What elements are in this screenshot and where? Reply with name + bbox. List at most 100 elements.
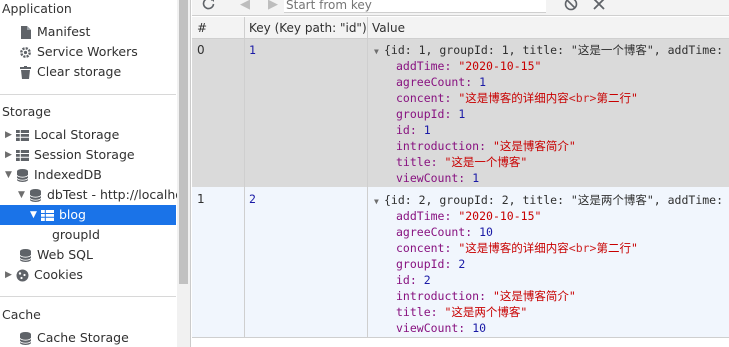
property-concent: concent: "这是博客的详细内容<br>第二行" — [374, 90, 729, 106]
previous-page-button[interactable]: ◀ — [240, 0, 250, 13]
property-value: "这是博客的详细内容 — [458, 241, 569, 255]
property-name: title: — [396, 305, 438, 319]
property-title: title: "这是一个博客" — [374, 154, 729, 170]
row-value: ▼ {id: 2, groupId: 2, title: "这是两个博客", ad… — [367, 192, 729, 336]
property-value: 第二行" — [596, 91, 638, 105]
chevron-right-icon[interactable]: ▶ — [5, 265, 15, 285]
sidebar-item-label: Manifest — [37, 24, 91, 39]
database-icon — [18, 248, 32, 262]
property-value: 2 — [458, 257, 466, 271]
property-name: introduction: — [396, 139, 487, 153]
sidebar-item-cookies[interactable]: ▶ Cookies — [5, 265, 83, 285]
property-name: addTime: — [396, 59, 452, 73]
clear-object-store-button[interactable] — [564, 0, 578, 16]
value-summary-line[interactable]: ▼ {id: 1, groupId: 1, title: "这是一个博客", ad… — [374, 42, 729, 58]
section-title-storage: Storage — [2, 104, 51, 119]
table-row[interactable]: 0 1 ▼ {id: 1, groupId: 1, title: "这是一个博客"… — [192, 39, 729, 187]
sidebar-item-db-dbtest[interactable]: ▼ dbTest - http://localhost — [18, 185, 191, 205]
chevron-right-icon[interactable]: ▶ — [5, 125, 15, 145]
expand-triangle-icon[interactable]: ▼ — [374, 194, 384, 210]
chevron-down-icon[interactable]: ▼ — [5, 165, 15, 185]
sidebar-item-local-storage[interactable]: ▶ Local Storage — [5, 125, 119, 145]
row-index: 1 — [197, 192, 205, 206]
value-summary: {id: 2, groupId: 2, title: "这是两个博客", add… — [384, 193, 729, 207]
sidebar-item-label: Session Storage — [34, 147, 135, 162]
property-value: 1 — [423, 123, 431, 137]
property-value: "2020-10-15" — [458, 59, 542, 73]
property-title: title: "这是两个博客" — [374, 304, 729, 320]
sidebar-item-index-groupid[interactable]: groupId — [52, 225, 100, 245]
property-name: concent: — [396, 241, 452, 255]
property-name: groupId: — [396, 257, 452, 271]
property-introduction: introduction: "这是博客简介" — [374, 138, 729, 154]
column-header-value[interactable]: Value — [367, 17, 729, 39]
sidebar-item-clear-storage[interactable]: Clear storage — [18, 62, 121, 82]
property-id: id: 1 — [374, 122, 729, 138]
gear-icon — [18, 45, 32, 59]
sidebar-item-label: dbTest - http://localhost — [47, 187, 191, 202]
database-icon — [15, 168, 29, 182]
sidebar-item-label: Local Storage — [34, 127, 120, 142]
property-name: agreeCount: — [396, 225, 473, 239]
column-header-index[interactable]: # — [192, 17, 244, 39]
scrollbar-thumb[interactable] — [179, 0, 188, 284]
property-value-br: <br> — [568, 91, 597, 105]
delete-selected-button[interactable] — [593, 0, 605, 13]
sidebar-item-blog[interactable]: ▼ blog — [0, 205, 176, 225]
property-value: 1 — [472, 171, 480, 185]
expand-triangle-icon[interactable]: ▼ — [374, 44, 384, 60]
sidebar-item-indexeddb[interactable]: ▼ IndexedDB — [5, 165, 102, 185]
database-icon — [28, 188, 42, 202]
table-empty-area — [192, 337, 729, 347]
sidebar-item-label: Cache Storage — [37, 330, 129, 345]
property-viewcount: viewCount: 1 — [374, 170, 729, 186]
property-value: 2 — [423, 273, 431, 287]
property-value: "这是博客简介" — [492, 139, 576, 153]
row-value: ▼ {id: 1, groupId: 1, title: "这是一个博客", ad… — [367, 42, 729, 186]
chevron-right-icon[interactable]: ▶ — [5, 145, 15, 165]
property-name: title: — [396, 155, 438, 169]
sidebar-item-service-workers[interactable]: Service Workers — [18, 42, 138, 62]
property-name: concent: — [396, 91, 452, 105]
refresh-button[interactable] — [202, 0, 215, 15]
document-icon — [18, 25, 32, 39]
toolbar: ◀ ▶ — [192, 0, 729, 16]
property-name: agreeCount: — [396, 75, 473, 89]
block-icon — [564, 0, 578, 11]
sidebar-item-label: Cookies — [34, 267, 83, 282]
column-header-key[interactable]: Key (Key path: "id") — [244, 17, 367, 39]
sidebar-item-manifest[interactable]: Manifest — [18, 22, 90, 42]
section-title-application: Application — [2, 1, 72, 16]
column-divider[interactable] — [244, 17, 245, 337]
sidebar-item-label: Clear storage — [37, 64, 122, 79]
property-name: viewCount: — [396, 321, 466, 335]
sidebar-item-label: Web SQL — [37, 247, 93, 262]
property-value: 1 — [479, 75, 487, 89]
property-value: "这是博客的详细内容 — [458, 91, 569, 105]
start-from-key-input[interactable] — [284, 0, 546, 13]
grid-icon — [15, 148, 29, 162]
property-groupid: groupId: 1 — [374, 106, 729, 122]
sidebar-scrollbar[interactable] — [177, 0, 190, 347]
next-page-button[interactable]: ▶ — [268, 0, 278, 13]
property-name: groupId: — [396, 107, 452, 121]
property-value: 10 — [472, 321, 487, 335]
sidebar-item-label: groupId — [52, 227, 100, 242]
property-value: 10 — [479, 225, 493, 239]
sidebar-item-session-storage[interactable]: ▶ Session Storage — [5, 145, 135, 165]
property-value: 第二行" — [596, 241, 638, 255]
column-divider[interactable] — [367, 17, 368, 337]
value-summary-line[interactable]: ▼ {id: 2, groupId: 2, title: "这是两个博客", ad… — [374, 192, 729, 208]
sidebar-item-label: IndexedDB — [34, 167, 102, 182]
grid-icon — [40, 208, 54, 222]
table-row[interactable]: 1 2 ▼ {id: 2, groupId: 2, title: "这是两个博客"… — [192, 187, 729, 337]
property-agreecount: agreeCount: 10 — [374, 224, 729, 240]
property-name: addTime: — [396, 209, 452, 223]
chevron-down-icon[interactable]: ▼ — [18, 185, 28, 205]
property-addtime: addTime: "2020-10-15" — [374, 58, 729, 74]
sidebar-item-web-sql[interactable]: Web SQL — [18, 245, 93, 265]
property-name: id: — [396, 273, 417, 287]
chevron-down-icon[interactable]: ▼ — [30, 205, 40, 225]
sidebar-item-cache-storage[interactable]: Cache Storage — [18, 328, 129, 347]
row-key: 2 — [249, 192, 256, 206]
